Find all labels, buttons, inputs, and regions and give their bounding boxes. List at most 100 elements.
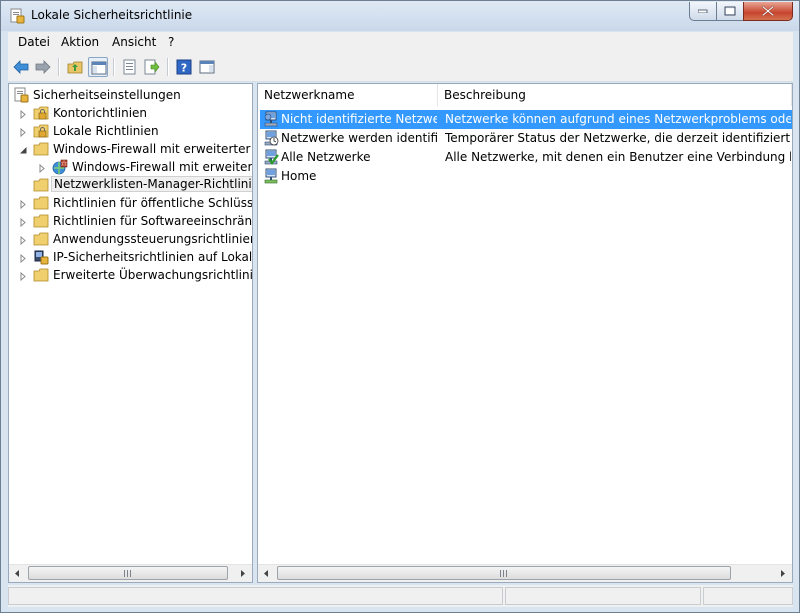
network-home-icon [263,168,279,184]
tree-item-netzwerklisten-manager[interactable]: Netzwerklisten-Manager-Richtlinien [19,176,252,194]
collapse-arrow-icon[interactable] [19,144,28,154]
expand-arrow-icon[interactable] [19,234,28,246]
tree-item-windows-firewall-child[interactable]: Windows-Firewall mit erweiterter [38,158,253,176]
tree-item-label: Lokale Richtlinien [53,124,159,138]
expand-arrow-icon[interactable] [19,252,28,264]
folder-icon [33,231,49,247]
ip-security-icon [33,249,49,265]
column-header-beschreibung[interactable]: Beschreibung [438,84,792,106]
list-row-home[interactable]: Home [260,167,792,186]
expand-arrow-icon[interactable] [38,162,47,174]
list-row-description: Temporärer Status der Netzwerke, die der… [445,131,791,145]
export-list-button[interactable] [142,57,162,77]
list-horizontal-scrollbar[interactable] [258,564,792,582]
list-row-description: Netzwerke können aufgrund eines Netzwerk… [445,112,791,126]
list-row-name: Home [281,169,317,183]
network-unknown-icon [263,111,279,127]
security-policy-icon [9,8,25,24]
menu-help[interactable]: ? [168,35,174,49]
tree-item-label: IP-Sicherheitsrichtlinien auf Lokaler C [53,250,253,264]
folder-icon [33,195,49,211]
up-folder-icon [67,61,83,74]
expand-arrow-icon[interactable] [19,198,28,210]
tree-item-kontorichtlinien[interactable]: Kontorichtlinien [19,104,249,122]
tree-item-erweiterte-ueberwachung[interactable]: Erweiterte Überwachungsrichtlinienko [19,266,253,284]
status-segment-right [703,587,793,605]
expand-arrow-icon[interactable] [19,216,28,228]
list-row-name: Netzwerke werden identifizi... [281,131,437,145]
tree-item-anwendungssteuerung[interactable]: Anwendungssteuerungsrichtlinien [19,230,253,248]
export-list-icon [144,59,160,75]
svg-text:?: ? [181,62,187,75]
scroll-left-icon[interactable] [9,565,26,582]
expand-arrow-icon[interactable] [19,126,28,138]
expand-arrow-icon[interactable] [19,108,28,120]
scroll-left-icon[interactable] [258,565,275,582]
tree-item-label: Erweiterte Überwachungsrichtlinienko [53,268,253,282]
app-window: Lokale Sicherheitsrichtlinie Datei Aktio… [0,0,800,613]
tree-item-label: Windows-Firewall mit erweiterter [72,160,253,174]
folder-icon [33,177,49,193]
title-bar: Lokale Sicherheitsrichtlinie [1,1,799,31]
tree-root-label: Sicherheitseinstellungen [33,88,181,102]
folder-icon [33,267,49,283]
minimize-button[interactable] [689,2,717,21]
column-header-netzwerkname[interactable]: Netzwerkname [258,84,438,106]
list-row-description: Alle Netzwerke, mit denen ein Benutzer e… [445,150,791,164]
tree-item-label: Anwendungssteuerungsrichtlinien [53,232,253,246]
help-button[interactable]: ? [174,57,194,77]
menu-ansicht[interactable]: Ansicht [112,35,156,49]
action-pane-button[interactable] [197,57,217,77]
menu-datei[interactable]: Datei [18,35,50,49]
properties-button[interactable] [120,57,140,77]
list-pane: Netzwerkname Beschreibung Nicht identifi… [257,83,793,583]
action-pane-icon [199,60,215,74]
tree-item-label: Netzwerklisten-Manager-Richtlinien [51,176,252,192]
list-row-alle-netzwerke[interactable]: Alle Netzwerke Alle Netzwerke, mit denen… [260,148,792,167]
tree-horizontal-scrollbar[interactable] [9,564,252,582]
tree-item-softwareeinschraenkung[interactable]: Richtlinien für Softwareeinschränkung [19,212,253,230]
scroll-right-icon[interactable] [774,565,791,582]
tree-item-label: Kontorichtlinien [53,106,148,120]
menu-aktion[interactable]: Aktion [61,35,99,49]
list-row-werden-identifiziert[interactable]: Netzwerke werden identifizi... Temporäre… [260,129,792,148]
scroll-right-icon[interactable] [234,565,251,582]
back-arrow-icon [13,60,29,74]
scroll-thumb[interactable] [277,566,731,580]
folder-icon [33,141,49,157]
folder-lock-icon [33,123,49,139]
scroll-thumb[interactable] [28,566,228,580]
network-identifying-icon [263,130,279,146]
folder-lock-icon [33,105,49,121]
tree-item-windows-firewall[interactable]: Windows-Firewall mit erweiterter Sich [19,140,252,158]
forward-arrow-icon [35,60,51,74]
network-all-icon [263,149,279,165]
tree-item-ip-sicherheit[interactable]: IP-Sicherheitsrichtlinien auf Lokaler C [19,248,253,266]
forward-button[interactable] [33,57,53,77]
tree-item-label: Richtlinien für öffentliche Schlüssel [53,196,253,210]
list-row-name: Nicht identifizierte Netzwerke [281,112,437,126]
folder-icon [33,213,49,229]
list-row-name: Alle Netzwerke [281,150,371,164]
list-row-nicht-identifiziert[interactable]: Nicht identifizierte Netzwerke Netzwerke… [260,110,792,129]
tree-item-label: Windows-Firewall mit erweiterter Sich [53,142,252,156]
tree-pane: Sicherheitseinstellungen Kontorichtlinie… [8,83,253,583]
menu-bar: Datei Aktion Ansicht ? [8,32,793,52]
tree-item-lokale-richtlinien[interactable]: Lokale Richtlinien [19,122,249,140]
show-tree-icon [91,61,107,75]
status-segment-middle [505,587,701,605]
show-tree-button[interactable] [88,57,108,77]
tree-item-oeffentliche-schluessel[interactable]: Richtlinien für öffentliche Schlüssel [19,194,253,212]
up-level-button[interactable] [65,57,85,77]
close-button[interactable] [743,2,793,21]
help-icon: ? [176,59,192,75]
toolbar: ? [8,52,793,82]
maximize-button[interactable] [716,2,744,21]
back-button[interactable] [11,57,31,77]
status-bar [8,585,793,607]
properties-icon [123,59,136,75]
status-segment-main [8,587,503,605]
expand-arrow-icon[interactable] [19,270,28,282]
tree-item-label: Richtlinien für Softwareeinschränkung [53,214,253,228]
window-title: Lokale Sicherheitsrichtlinie [31,8,193,22]
